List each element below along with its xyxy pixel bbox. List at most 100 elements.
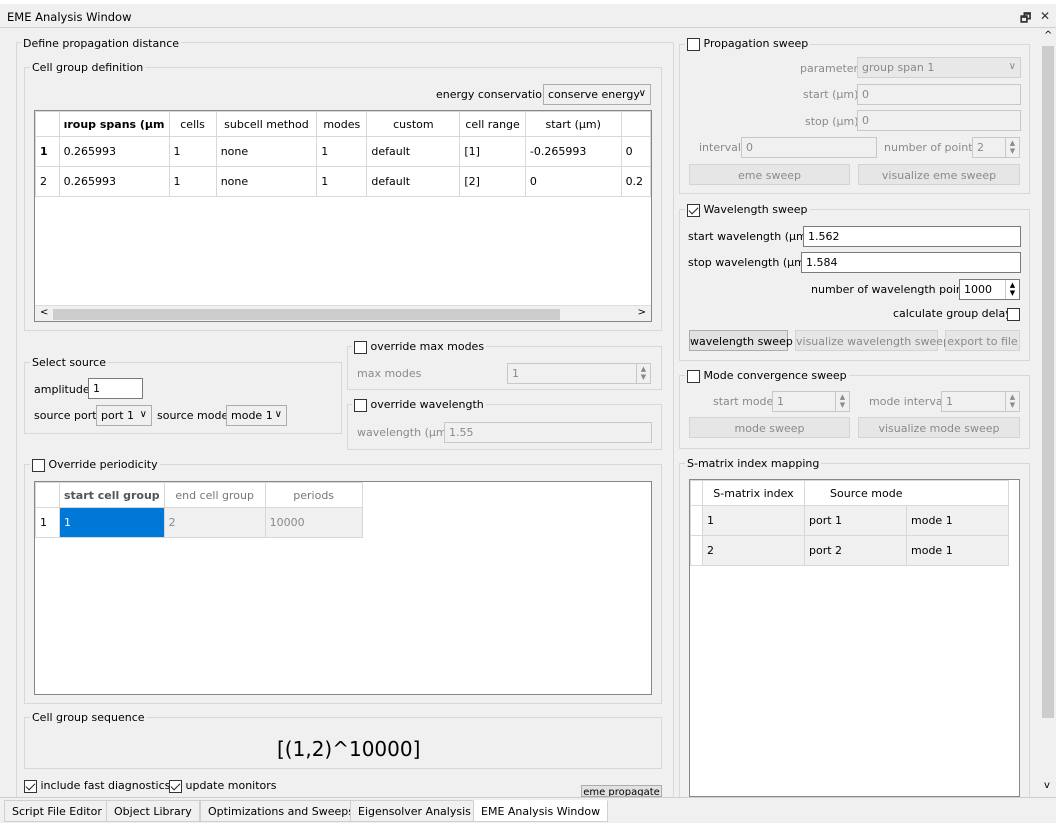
- mode-sweep-button[interactable]: mode sweep: [689, 417, 850, 438]
- tab-eigensolver-analysis[interactable]: Eigensolver Analysis: [350, 800, 479, 822]
- visualize-mode-sweep-button[interactable]: visualize mode sweep: [858, 417, 1020, 438]
- table-cell[interactable]: [2]: [459, 166, 526, 197]
- update-monitors-checkbox[interactable]: [169, 779, 182, 793]
- cell-group-table[interactable]: ıroup spans (µm cells subcell method mod…: [34, 110, 652, 322]
- interval-input[interactable]: 0: [741, 137, 877, 158]
- propagation-sweep-checkbox[interactable]: [687, 37, 700, 51]
- table-cell-selected[interactable]: 1: [59, 507, 165, 538]
- stop-input[interactable]: 0: [857, 110, 1021, 131]
- parameter-select[interactable]: group span 1 ∨: [857, 57, 1021, 78]
- scroll-left-icon[interactable]: <: [40, 307, 48, 318]
- max-modes-spinbox[interactable]: 1 ▲ ▼: [507, 363, 651, 384]
- restore-icon[interactable]: 🗗: [1020, 9, 1031, 30]
- periodicity-table[interactable]: start cell group end cell group periods …: [34, 481, 652, 695]
- spin-arrows-icon[interactable]: ▲ ▼: [636, 364, 650, 383]
- override-periodicity-checkbox[interactable]: [32, 458, 45, 472]
- start-input[interactable]: 0: [857, 84, 1021, 105]
- export-to-file-button[interactable]: export to file: [945, 330, 1020, 351]
- spin-arrows-icon[interactable]: ▲ ▼: [1005, 138, 1019, 157]
- col-header-source-mode[interactable]: Source mode: [804, 480, 907, 506]
- spin-arrows-icon[interactable]: ▲ ▼: [835, 392, 849, 411]
- visualize-wavelength-sweep-button[interactable]: visualize wavelength sweep: [795, 330, 950, 351]
- table-cell[interactable]: default: [366, 166, 461, 197]
- visualize-eme-sweep-button[interactable]: visualize eme sweep: [858, 164, 1020, 185]
- scrollbar-thumb[interactable]: [53, 309, 560, 320]
- table-cell[interactable]: [1]: [459, 136, 526, 167]
- fast-diagnostics-checkbox[interactable]: [24, 779, 37, 793]
- table-cell[interactable]: 1: [168, 136, 217, 167]
- horizontal-scrollbar[interactable]: < >: [35, 305, 651, 321]
- table-row[interactable]: 1 0.265993 1 none 1 default [1] -0.26599…: [35, 136, 651, 167]
- scroll-right-icon[interactable]: >: [638, 307, 646, 318]
- start-mode-spinbox[interactable]: 1 ▲ ▼: [772, 391, 850, 412]
- table-cell[interactable]: 0: [524, 166, 622, 197]
- table-cell[interactable]: none: [215, 136, 318, 167]
- col-header-start[interactable]: start (µm): [524, 111, 622, 137]
- scrollbar-thumb[interactable]: [1042, 46, 1054, 718]
- wavelength-input[interactable]: 1.55: [444, 422, 652, 443]
- tab-eme-analysis-window[interactable]: EME Analysis Window: [473, 800, 609, 822]
- amplitude-input[interactable]: 1: [88, 378, 143, 399]
- table-cell[interactable]: 2: [163, 507, 266, 538]
- spin-arrows-icon[interactable]: ▲ ▼: [1005, 392, 1019, 411]
- table-cell[interactable]: mode 1: [906, 505, 1009, 536]
- col-header-end-cell-group[interactable]: end cell group: [163, 482, 266, 508]
- calculate-group-delays-checkbox[interactable]: [1007, 307, 1020, 321]
- table-cell[interactable]: 1: [316, 136, 368, 167]
- col-header-cell-range[interactable]: cell range: [459, 111, 526, 137]
- table-row[interactable]: 2 port 2 mode 1: [690, 535, 1009, 566]
- table-cell[interactable]: 1: [702, 505, 805, 536]
- table-row[interactable]: 1 port 1 mode 1: [690, 505, 1009, 536]
- number-of-wavelength-points-spinbox[interactable]: 1000 ▲ ▼: [959, 279, 1020, 300]
- table-cell[interactable]: 0.265993: [58, 136, 170, 167]
- col-header-source-mode-continued[interactable]: [906, 480, 1009, 506]
- table-cell[interactable]: -0.265993: [524, 136, 622, 167]
- mode-interval-spinbox[interactable]: 1 ▲ ▼: [941, 391, 1020, 412]
- table-cell[interactable]: none: [215, 166, 318, 197]
- energy-conservation-select[interactable]: conserve energy ∨: [543, 84, 651, 105]
- table-row[interactable]: 1 1 2 10000: [35, 507, 363, 538]
- smatrix-table[interactable]: S-matrix index Source mode 1 port 1 mode…: [689, 479, 1020, 797]
- table-cell[interactable]: port 1: [804, 505, 907, 536]
- col-header-custom[interactable]: custom: [366, 111, 461, 137]
- eme-propagate-button[interactable]: eme propagate: [581, 785, 662, 797]
- source-port-select[interactable]: port 1 ∨: [96, 405, 152, 426]
- source-mode-select[interactable]: mode 1 ∨: [226, 405, 287, 426]
- table-cell[interactable]: 0: [620, 136, 651, 167]
- col-header-overflow[interactable]: [620, 111, 651, 137]
- table-cell[interactable]: 1: [316, 166, 368, 197]
- override-wavelength-checkbox[interactable]: [354, 398, 367, 412]
- col-header-smatrix-index[interactable]: S-matrix index: [702, 480, 805, 506]
- stop-wavelength-input[interactable]: 1.584: [801, 252, 1021, 273]
- table-row[interactable]: 2 0.265993 1 none 1 default [2] 0 0.2: [35, 166, 651, 197]
- override-max-modes-checkbox[interactable]: [354, 340, 367, 354]
- col-header-group-spans[interactable]: ıroup spans (µm: [58, 111, 170, 137]
- table-cell[interactable]: 10000: [264, 507, 363, 538]
- tab-script-file-editor[interactable]: Script File Editor: [4, 800, 110, 822]
- wavelength-sweep-checkbox[interactable]: [687, 203, 700, 217]
- close-icon[interactable]: ✕: [1040, 9, 1050, 23]
- table-cell[interactable]: mode 1: [906, 535, 1009, 566]
- number-of-points-spinbox[interactable]: 2 ▲ ▼: [972, 137, 1020, 158]
- table-cell[interactable]: default: [366, 136, 461, 167]
- tab-object-library[interactable]: Object Library: [106, 800, 200, 822]
- eme-sweep-button[interactable]: eme sweep: [689, 164, 850, 185]
- tab-optimizations-and-sweeps[interactable]: Optimizations and Sweeps: [200, 800, 363, 822]
- fast-diagnostics-option[interactable]: include fast diagnostics: [24, 779, 170, 793]
- table-cell[interactable]: 0.265993: [58, 166, 170, 197]
- spin-arrows-icon[interactable]: ▲ ▼: [1005, 280, 1019, 299]
- update-monitors-option[interactable]: update monitors: [169, 779, 277, 793]
- table-cell[interactable]: 0.2: [620, 166, 651, 197]
- table-cell[interactable]: 2: [702, 535, 805, 566]
- col-header-cells[interactable]: cells: [168, 111, 217, 137]
- col-header-modes[interactable]: modes: [316, 111, 368, 137]
- table-cell[interactable]: 1: [168, 166, 217, 197]
- mode-convergence-sweep-checkbox[interactable]: [687, 369, 700, 383]
- table-cell[interactable]: port 2: [804, 535, 907, 566]
- col-header-periods[interactable]: periods: [264, 482, 363, 508]
- window-vertical-scrollbar[interactable]: ^ v: [1040, 28, 1056, 796]
- col-header-subcell-method[interactable]: subcell method: [215, 111, 318, 137]
- scroll-up-icon[interactable]: ^: [1044, 30, 1052, 41]
- col-header-start-cell-group[interactable]: start cell group: [59, 482, 165, 508]
- start-wavelength-input[interactable]: 1.562: [803, 226, 1021, 247]
